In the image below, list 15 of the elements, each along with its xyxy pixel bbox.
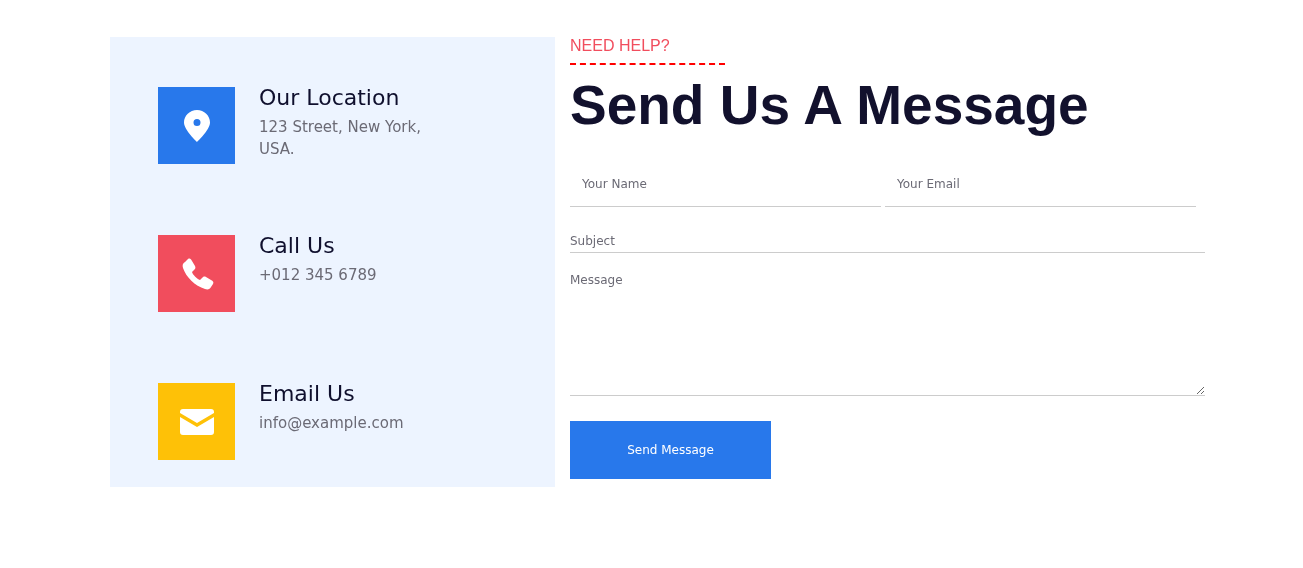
map-pin-icon [183,109,210,142]
subject-field[interactable]: Subject [570,229,1205,253]
contact-title: Call Us [259,233,336,258]
message-field[interactable]: Message [570,272,1205,396]
contact-detail: +012 345 6789 [259,265,378,286]
email-field[interactable]: Your Email [885,162,1196,207]
envelope-icon [179,408,214,435]
contact-title: Email Us [259,381,356,406]
contact-detail: 123 Street, New York, USA. [259,117,422,160]
section-label: NEED HELP? [570,37,670,55]
name-field[interactable]: Your Name [570,162,881,207]
contact-title: Our Location [259,85,401,110]
form-heading: Send Us A Message [570,77,1089,135]
send-button[interactable]: Send Message [570,420,771,479]
contact-detail: info@example.com [259,413,405,434]
